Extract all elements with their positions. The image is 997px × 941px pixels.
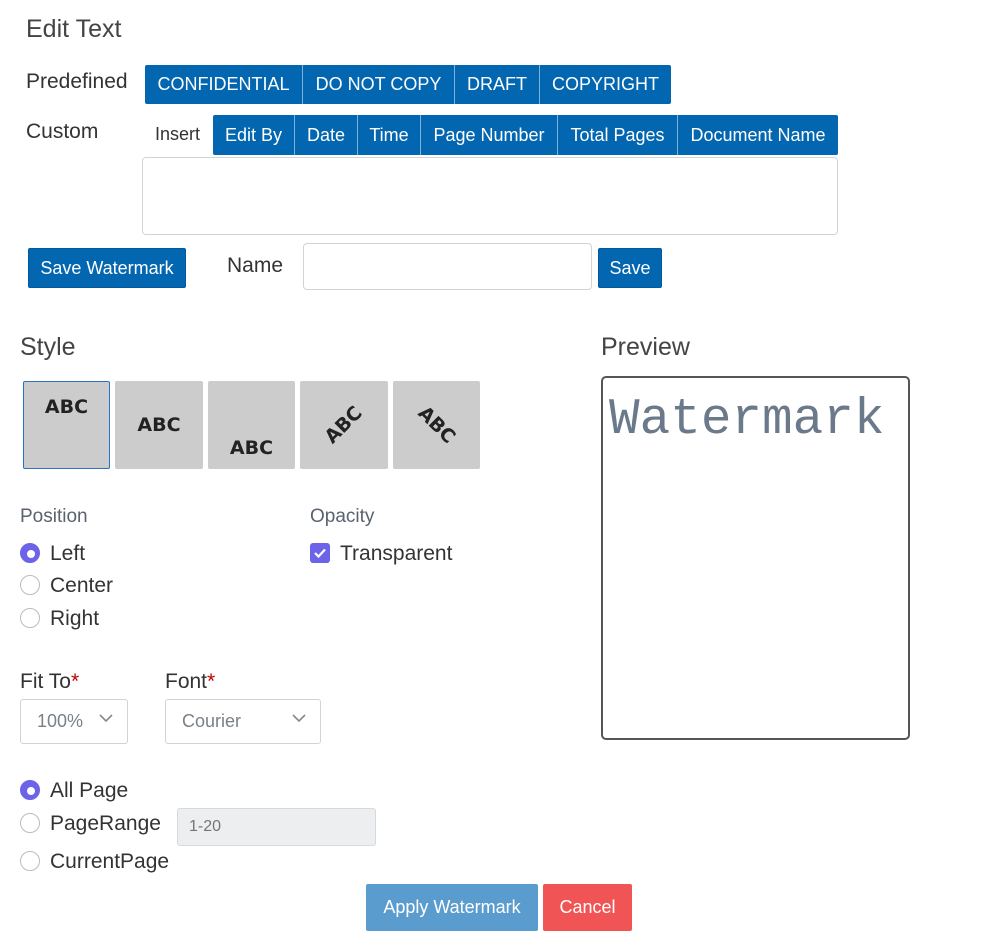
style-top-tile[interactable]: ABC	[23, 381, 110, 469]
page-range-label: PageRange	[50, 812, 161, 835]
apply-watermark-button[interactable]: Apply Watermark	[366, 884, 538, 931]
font-label-text: Font	[165, 670, 208, 693]
save-name-button[interactable]: Save	[598, 248, 662, 288]
name-label: Name	[227, 254, 284, 277]
style-middle-tile[interactable]: ABC	[115, 381, 203, 469]
page-range-radio[interactable]	[20, 813, 40, 833]
page-range-input[interactable]	[177, 808, 376, 846]
cancel-button[interactable]: Cancel	[543, 884, 632, 931]
predefined-label: Predefined	[26, 70, 128, 93]
confidential-button[interactable]: CONFIDENTIAL	[145, 65, 303, 104]
insert-label: Insert	[155, 124, 201, 144]
save-watermark-button[interactable]: Save Watermark	[28, 248, 186, 288]
style-heading: Style	[20, 333, 76, 361]
style-bottom-tile[interactable]: ABC	[208, 381, 295, 469]
position-heading: Position	[20, 506, 88, 527]
insert-time-button[interactable]: Time	[358, 115, 421, 155]
watermark-name-input[interactable]	[303, 243, 592, 290]
copyright-button[interactable]: COPYRIGHT	[540, 65, 671, 104]
transparent-checkbox[interactable]	[310, 543, 330, 563]
fit-to-required-mark: *	[70, 670, 80, 693]
dialog-title: Edit Text	[26, 15, 122, 43]
fit-to-label: Fit To*	[20, 670, 79, 694]
font-label: Font*	[165, 670, 215, 694]
style-diagonal-down-tile[interactable]: ABC	[393, 381, 480, 469]
fit-to-select[interactable]: 100%	[20, 699, 128, 744]
position-center-label: Center	[50, 574, 114, 597]
opacity-heading: Opacity	[310, 506, 375, 527]
position-center-radio[interactable]	[20, 575, 40, 595]
style-diagonal-down-sample: ABC	[413, 401, 460, 449]
style-diagonal-up-tile[interactable]: ABC	[300, 381, 388, 469]
all-page-radio[interactable]	[20, 780, 40, 800]
custom-text-area[interactable]	[142, 157, 838, 235]
transparent-label: Transparent	[340, 542, 453, 565]
preview-canvas: Watermark	[601, 376, 910, 740]
font-required-mark: *	[207, 670, 216, 693]
preview-heading: Preview	[601, 333, 690, 361]
insert-edit-by-button[interactable]: Edit By	[213, 115, 295, 155]
style-middle-sample: ABC	[137, 414, 181, 436]
draft-button[interactable]: DRAFT	[455, 65, 540, 104]
fit-to-value: 100%	[37, 711, 84, 731]
predefined-button-group: CONFIDENTIAL DO NOT COPY DRAFT COPYRIGHT	[145, 65, 671, 104]
position-right-radio[interactable]	[20, 608, 40, 628]
font-select[interactable]: Courier	[165, 699, 321, 744]
preview-watermark-text: Watermark	[609, 392, 885, 449]
insert-date-button[interactable]: Date	[295, 115, 358, 155]
font-value: Courier	[182, 711, 242, 731]
style-diagonal-up-sample: ABC	[320, 401, 368, 449]
insert-document-name-button[interactable]: Document Name	[678, 115, 838, 155]
style-top-sample: ABC	[44, 396, 89, 418]
do-not-copy-button[interactable]: DO NOT COPY	[303, 65, 455, 104]
position-left-radio[interactable]	[20, 543, 40, 563]
all-page-label: All Page	[50, 779, 129, 802]
check-icon	[314, 548, 326, 558]
chevron-down-icon	[99, 714, 113, 723]
chevron-down-icon	[292, 714, 306, 723]
insert-page-number-button[interactable]: Page Number	[421, 115, 558, 155]
position-right-label: Right	[50, 607, 100, 630]
custom-label: Custom	[26, 120, 99, 143]
fit-to-label-text: Fit To	[20, 670, 71, 693]
current-page-radio[interactable]	[20, 851, 40, 871]
position-left-label: Left	[50, 542, 86, 565]
insert-button-group: Edit By Date Time Page Number Total Page…	[213, 115, 838, 155]
insert-total-pages-button[interactable]: Total Pages	[558, 115, 678, 155]
style-bottom-sample: ABC	[229, 437, 274, 459]
current-page-label: CurrentPage	[50, 850, 170, 873]
